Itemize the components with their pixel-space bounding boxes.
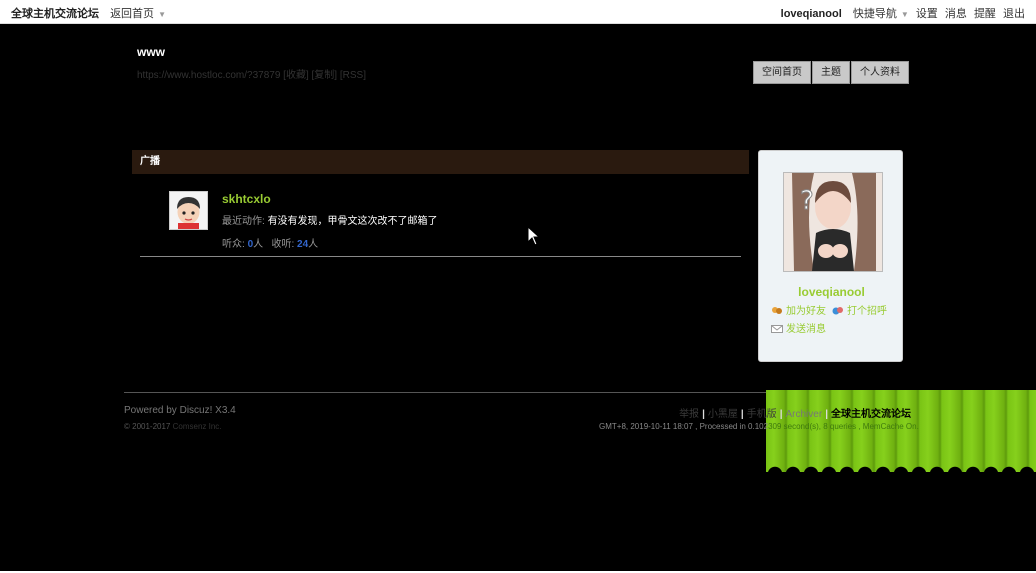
settings-link[interactable]: 设置 <box>916 8 938 20</box>
add-friend-label: 加为好友 <box>786 306 826 317</box>
report-link[interactable]: 举报 <box>679 409 699 420</box>
broadcast-header: 广播 <box>132 150 749 174</box>
copyright-years: © 2001-2017 <box>124 422 171 431</box>
chevron-down-icon: ▼ <box>900 10 909 19</box>
tab-space-home[interactable]: 空间首页 <box>753 61 811 84</box>
copyright: © 2001-2017 Comsenz Inc. <box>124 422 222 431</box>
top-bar: 全球主机交流论坛 返回首页 ▼ loveqianool 快捷导航 ▼ 设置 消息 提… <box>0 0 1036 24</box>
listening-label: 收听: <box>271 239 295 250</box>
listeners-unit: 人 <box>253 239 264 250</box>
archiver-link[interactable]: Archiver <box>786 409 823 420</box>
feed-divider <box>140 256 741 257</box>
tab-profile[interactable]: 个人资料 <box>851 61 909 84</box>
space-title: www <box>137 45 166 59</box>
logout-link[interactable]: 退出 <box>1003 8 1025 20</box>
topbar-right: loveqianool 快捷导航 ▼ 设置 消息 提醒 退出 <box>781 5 1025 21</box>
quick-nav-link[interactable]: 快捷导航 ▼ <box>849 8 909 20</box>
link-separator: | <box>702 409 705 420</box>
listening-unit: 人 <box>308 239 319 250</box>
powered-by-text: Powered by <box>124 405 177 416</box>
send-message-link[interactable]: 发送消息 <box>771 320 826 335</box>
footer-timeinfo: GMT+8, 2019-10-11 18:07 , Processed in 0… <box>599 422 769 431</box>
feed-username[interactable]: skhtcxlo <box>222 192 271 206</box>
footer-queries: 309 second(s), 8 queries , MemCache On. <box>768 422 919 431</box>
add-friend-icon <box>771 306 783 316</box>
mobile-link[interactable]: 手机版 <box>747 409 777 420</box>
avatar-icon <box>170 192 207 229</box>
messages-link[interactable]: 消息 <box>945 8 967 20</box>
footer-info: GMT+8, 2019-10-11 18:07 , Processed in 0… <box>599 422 919 431</box>
listening-count[interactable]: 24 <box>297 239 308 250</box>
greet-label: 打个招呼 <box>847 306 887 317</box>
mouse-cursor-icon <box>527 226 541 246</box>
link-separator: | <box>825 409 828 420</box>
site-name-link[interactable]: 全球主机交流论坛 <box>11 8 99 20</box>
profile-card: ? loveqianool 加为好友 打个招呼 发送消息 <box>758 150 903 362</box>
avatar[interactable] <box>169 191 208 230</box>
profile-name[interactable]: loveqianool <box>759 285 904 299</box>
forum-home-link[interactable]: 全球主机交流论坛 <box>831 409 911 420</box>
greet-icon <box>832 306 844 316</box>
svg-text:?: ? <box>800 186 814 216</box>
home-link-label: 返回首页 <box>110 8 155 20</box>
space-nav: 空间首页 主题 个人资料 <box>753 61 910 84</box>
add-friend-link[interactable]: 加为好友 <box>771 302 826 317</box>
footer-links: 举报 | 小黑屋 | 手机版 | Archiver | 全球主机交流论坛 <box>679 405 911 420</box>
feed-action: 最近动作: 有没有发现，甲骨文这次改不了邮箱了 <box>222 212 438 227</box>
link-separator: | <box>740 409 744 420</box>
bamboo-scallop <box>766 463 1036 472</box>
listeners-label: 听众: <box>222 239 245 250</box>
send-message-label: 发送消息 <box>786 324 826 335</box>
blacklist-link[interactable]: 小黑屋 <box>708 409 738 420</box>
feed-action-label: 最近动作: <box>222 216 265 227</box>
topbar-left: 全球主机交流论坛 返回首页 ▼ <box>11 5 166 21</box>
discuz-link[interactable]: Discuz! <box>180 405 213 416</box>
greet-link[interactable]: 打个招呼 <box>832 302 887 317</box>
discuz-version: X3.4 <box>215 405 236 416</box>
profile-avatar[interactable]: ? <box>783 172 883 272</box>
home-link[interactable]: 返回首页 ▼ <box>106 8 166 20</box>
envelope-icon <box>771 324 783 334</box>
comsenz-link[interactable]: Comsenz Inc. <box>173 422 222 431</box>
feed-action-text[interactable]: 有没有发现，甲骨文这次改不了邮箱了 <box>268 216 438 227</box>
reminders-link[interactable]: 提醒 <box>974 8 996 20</box>
feed-stats: 听众: 0人 收听: 24人 <box>222 235 318 250</box>
powered-by: Powered by Discuz! X3.4 <box>124 405 236 416</box>
profile-photo-icon: ? <box>784 173 882 271</box>
quick-nav-label: 快捷导航 <box>852 8 897 20</box>
chevron-down-icon: ▼ <box>158 10 166 19</box>
username-link[interactable]: loveqianool <box>781 8 842 20</box>
space-url[interactable]: https://www.hostloc.com/?37879 [收藏] [复制]… <box>137 66 366 81</box>
link-separator: | <box>779 409 783 420</box>
tab-threads[interactable]: 主题 <box>812 61 850 84</box>
bamboo-decoration <box>766 390 1036 472</box>
